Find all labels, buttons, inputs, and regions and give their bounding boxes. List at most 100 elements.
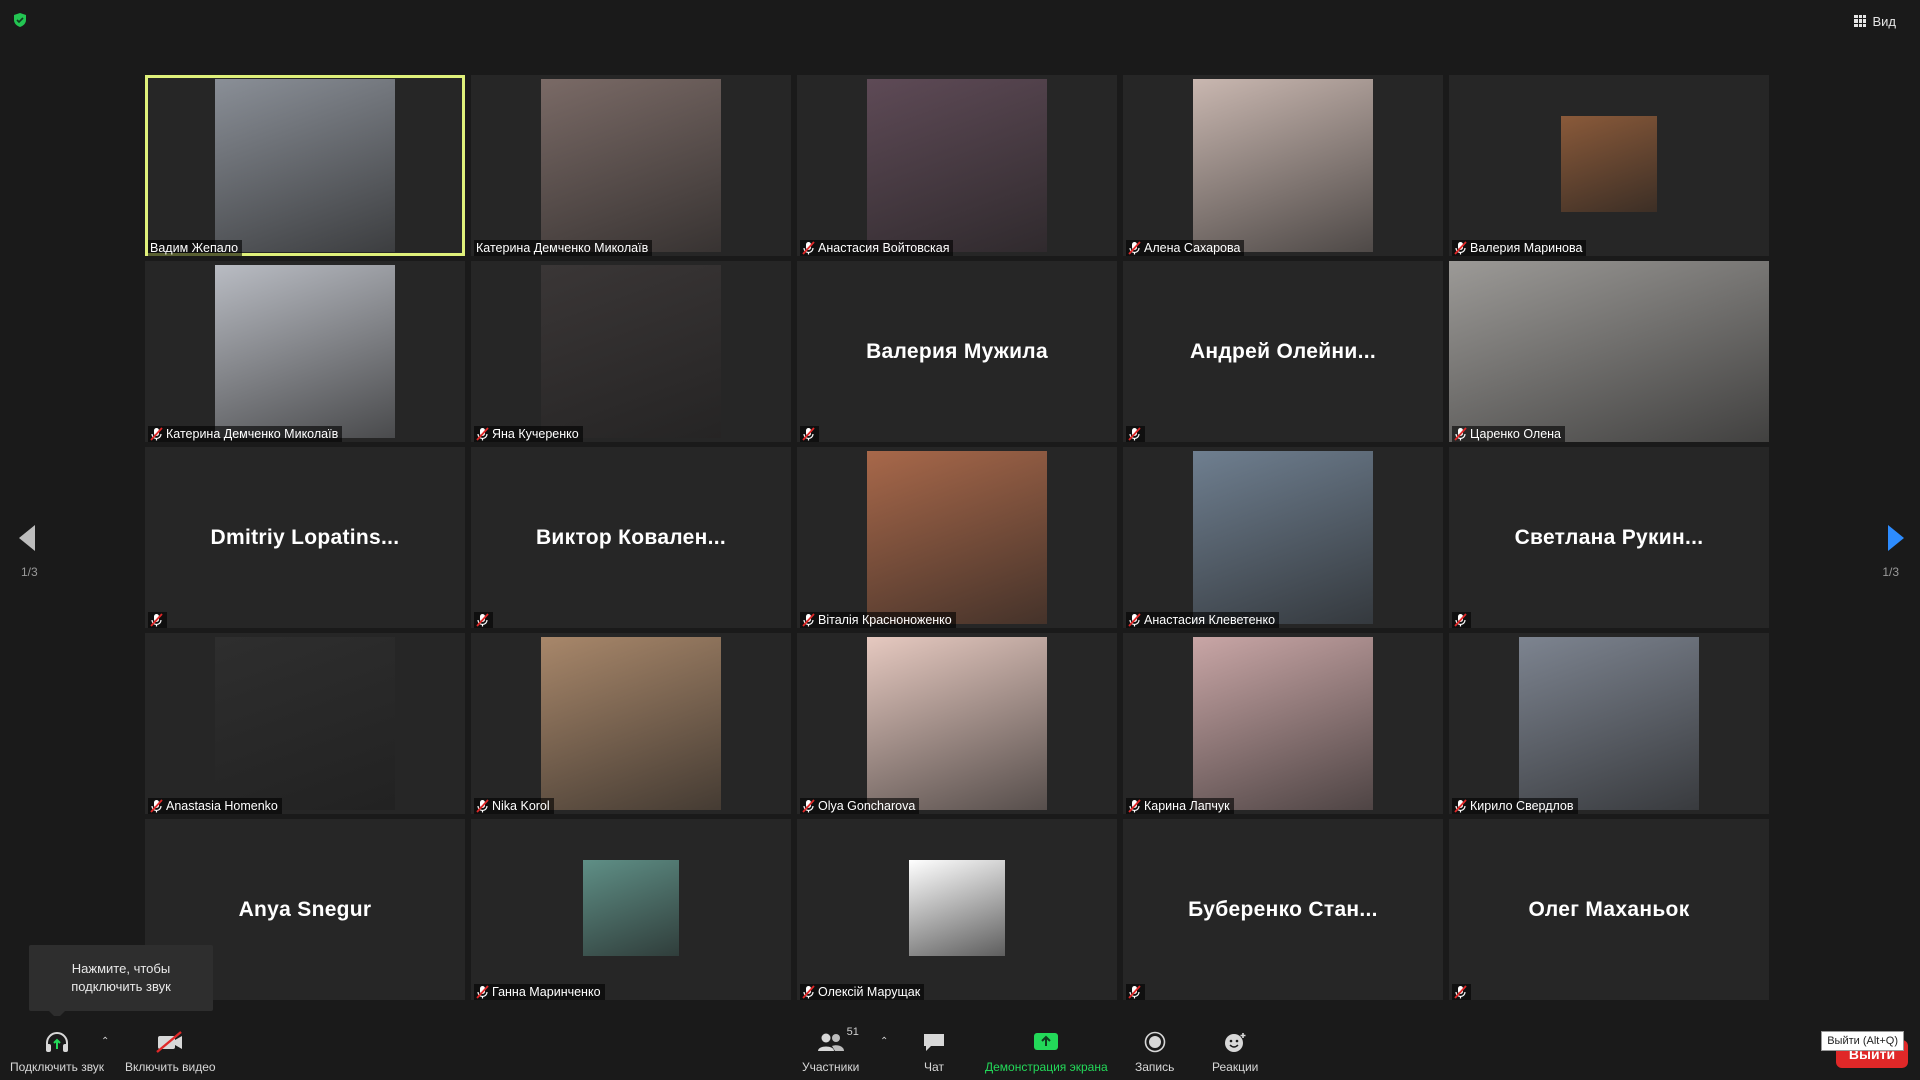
participant-name: Ганна Маринченко	[492, 985, 601, 999]
mic-muted-icon	[150, 427, 163, 441]
participant-name: Катерина Демченко Миколаїв	[476, 241, 649, 255]
participant-video	[1449, 261, 1769, 442]
participant-display-name: Виктор Ковален...	[535, 525, 727, 549]
record-icon	[1144, 1031, 1165, 1053]
participant-video	[541, 637, 721, 810]
record-button[interactable]: Запись	[1135, 1030, 1174, 1074]
participant-name: Царенко Олена	[1470, 427, 1561, 441]
participant-name-label: Вадим Жепало	[148, 240, 243, 256]
connect-audio-label: Подключить звук	[10, 1060, 105, 1074]
participant-tile[interactable]: Вадим Жепало	[145, 75, 465, 256]
start-video-button[interactable]: Включить видео	[125, 1030, 216, 1074]
security-shield-icon[interactable]	[12, 12, 28, 28]
participant-name-label: Яна Кучеренко	[474, 426, 583, 442]
participant-display-name: Светлана Рукин...	[1514, 525, 1704, 549]
participant-video	[1519, 637, 1699, 810]
participant-tile[interactable]: Светлана Рукин...	[1449, 447, 1769, 628]
participant-tile[interactable]: Катерина Демченко Миколаїв	[471, 75, 791, 256]
top-bar: Вид	[0, 0, 1920, 40]
participant-name: Anastasia Homenko	[166, 799, 278, 813]
participant-name-label	[1452, 612, 1471, 628]
participants-button[interactable]: 51 Участники	[802, 1026, 859, 1074]
mic-muted-icon	[802, 241, 815, 255]
prev-page-arrow-icon[interactable]	[15, 523, 41, 553]
participant-tile[interactable]: Кирило Свердлов	[1449, 633, 1769, 814]
participant-tile[interactable]: Алена Сахарова	[1123, 75, 1443, 256]
participant-tile[interactable]: Карина Лапчук	[1123, 633, 1443, 814]
participant-tile[interactable]: Dmitriy Lopatins...	[145, 447, 465, 628]
chat-icon	[924, 1034, 944, 1051]
participant-name: Алена Сахарова	[1144, 241, 1241, 255]
mic-muted-icon	[150, 799, 163, 813]
participant-name: Карина Лапчук	[1144, 799, 1230, 813]
mic-muted-icon	[1454, 985, 1467, 999]
participant-name-label	[1452, 984, 1471, 1000]
participant-name: Olya Goncharova	[818, 799, 916, 813]
participant-display-name: Anya Snegur	[238, 897, 372, 921]
participant-tile[interactable]: Валерия Мужила	[797, 261, 1117, 442]
participant-tile[interactable]: Виктор Ковален...	[471, 447, 791, 628]
participant-name-label: Віталія Красноноженко	[800, 612, 956, 628]
participants-count: 51	[846, 1026, 859, 1038]
mic-muted-icon	[802, 613, 815, 627]
participant-name-label: Олексій Марущак	[800, 984, 925, 1000]
mic-muted-icon	[802, 985, 815, 999]
participant-name-label: Ганна Маринченко	[474, 984, 605, 1000]
participant-tile[interactable]: Віталія Красноноженко	[797, 447, 1117, 628]
participant-name-label	[474, 612, 493, 628]
next-page-arrow-icon[interactable]	[1882, 523, 1908, 553]
participant-tile[interactable]: Олексій Марущак	[797, 819, 1117, 1000]
participant-name-label: Кирило Свердлов	[1452, 798, 1578, 814]
reactions-button[interactable]: Реакции	[1212, 1030, 1258, 1074]
connect-audio-tooltip: Нажмите, чтобы подключить звук	[29, 945, 213, 1019]
participant-tile[interactable]: Катерина Демченко Миколаїв	[145, 261, 465, 442]
audio-options-caret-icon[interactable]: ⌃	[101, 1036, 109, 1047]
participant-tile[interactable]: Олег Маханьок	[1449, 819, 1769, 1000]
participant-video	[1561, 116, 1657, 212]
participant-video	[215, 79, 395, 252]
mic-muted-icon	[1128, 241, 1141, 255]
page-indicator-right: 1/3	[1882, 565, 1899, 579]
participant-video	[1193, 637, 1373, 810]
view-button[interactable]: Вид	[1854, 12, 1896, 30]
participant-video	[583, 860, 679, 956]
participant-tile[interactable]: Anastasia Homenko	[145, 633, 465, 814]
participant-name-label: Olya Goncharova	[800, 798, 920, 814]
share-screen-button[interactable]: Демонстрация экрана	[985, 1030, 1108, 1074]
chat-button[interactable]: Чат	[922, 1030, 946, 1074]
participant-video	[541, 265, 721, 438]
participant-name-label: Anastasia Homenko	[148, 798, 282, 814]
participant-video	[909, 860, 1005, 956]
grid-view-icon	[1854, 15, 1867, 27]
mic-muted-icon	[476, 985, 489, 999]
participant-tile[interactable]: Nika Korol	[471, 633, 791, 814]
headphones-icon	[46, 1032, 69, 1052]
connect-audio-button[interactable]: Подключить звук	[10, 1030, 104, 1074]
share-screen-label: Демонстрация экрана	[985, 1060, 1108, 1074]
tooltip-line-2: подключить звук	[71, 979, 171, 994]
participant-tile[interactable]: Анастасия Клеветенко	[1123, 447, 1443, 628]
participant-name: Віталія Красноноженко	[818, 613, 952, 627]
participant-tile[interactable]: Буберенко Стан...	[1123, 819, 1443, 1000]
reactions-label: Реакции	[1212, 1060, 1259, 1074]
reactions-smiley-icon	[1225, 1033, 1246, 1052]
participant-tile[interactable]: Царенко Олена	[1449, 261, 1769, 442]
participant-tile[interactable]: Андрей Олейни...	[1123, 261, 1443, 442]
participants-options-caret-icon[interactable]: ⌃	[880, 1036, 888, 1047]
participant-display-name: Буберенко Стан...	[1188, 897, 1378, 921]
mic-muted-icon	[1454, 613, 1467, 627]
participant-name: Анастасия Войтовская	[818, 241, 950, 255]
participant-tile[interactable]: Анастасия Войтовская	[797, 75, 1117, 256]
participant-tile[interactable]: Ганна Маринченко	[471, 819, 791, 1000]
participant-name-label: Катерина Демченко Миколаїв	[148, 426, 343, 442]
participant-name: Nika Korol	[492, 799, 550, 813]
participant-tile[interactable]: Яна Кучеренко	[471, 261, 791, 442]
page-indicator-left: 1/3	[21, 565, 38, 579]
participant-tile[interactable]: Olya Goncharova	[797, 633, 1117, 814]
mic-muted-icon	[802, 427, 815, 441]
chat-label: Чат	[924, 1060, 944, 1074]
participants-icon	[817, 1033, 844, 1051]
mic-muted-icon	[1454, 799, 1467, 813]
participant-name: Кирило Свердлов	[1470, 799, 1574, 813]
participant-tile[interactable]: Валерия Маринова	[1449, 75, 1769, 256]
